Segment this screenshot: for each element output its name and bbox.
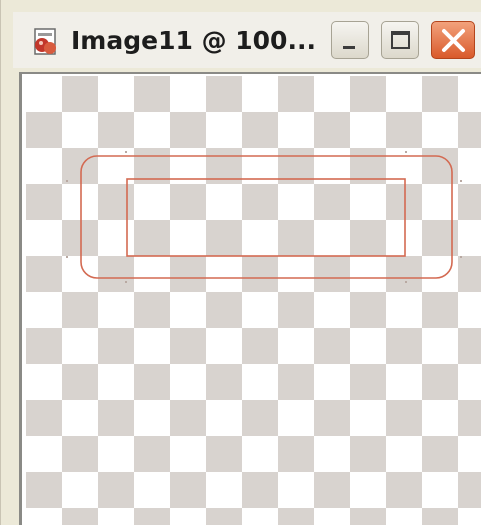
window-title: Image11 @ 100... [71,26,316,55]
maximize-icon [391,31,410,49]
canvas-frame [19,72,481,525]
close-icon [442,29,465,52]
minimize-button[interactable] [331,21,369,59]
close-button[interactable] [431,21,475,59]
outer-rounded-rectangle[interactable] [80,155,453,279]
inner-rectangle[interactable] [126,178,406,257]
image-document-icon [30,27,60,57]
maximize-button[interactable] [381,21,419,59]
title-bar[interactable]: Image11 @ 100... [13,12,481,68]
image-window: Image11 @ 100... [0,0,481,525]
image-canvas[interactable] [26,76,481,525]
selection-handles[interactable] [66,151,462,283]
minimize-icon [343,46,355,49]
shape-layer [66,151,462,283]
